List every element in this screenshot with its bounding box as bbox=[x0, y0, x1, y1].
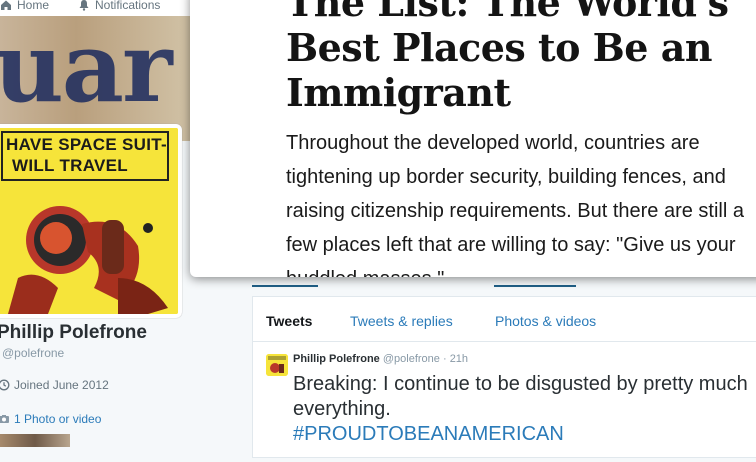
tab-photos-videos[interactable]: Photos & videos bbox=[495, 313, 596, 329]
camera-icon bbox=[0, 415, 9, 423]
profile-media-link[interactable]: 1 Photo or video bbox=[0, 412, 101, 426]
tab-tweets-replies[interactable]: Tweets & replies bbox=[350, 313, 453, 329]
avatar-caption-line1: HAVE SPACE SUIT- bbox=[6, 135, 167, 154]
avatar-caption: HAVE SPACE SUIT- WILL TRAVEL bbox=[6, 134, 167, 176]
profile-avatar[interactable]: HAVE SPACE SUIT- WILL TRAVEL bbox=[0, 124, 182, 318]
astronaut-avatar-icon bbox=[266, 354, 288, 376]
home-icon bbox=[1, 0, 11, 10]
nav-home[interactable]: Home bbox=[0, 0, 49, 12]
tweet-timestamp[interactable]: · 21h bbox=[443, 353, 468, 365]
selection-highlight bbox=[252, 285, 318, 287]
tweet-avatar[interactable] bbox=[266, 354, 288, 376]
tweet[interactable]: Phillip Polefrone @polefrone · 21h Break… bbox=[253, 342, 756, 462]
nav-notifications[interactable]: Notifications bbox=[78, 0, 160, 12]
article-body: Throughout the developed world, countrie… bbox=[286, 132, 744, 277]
profile-handle[interactable]: @polefrone bbox=[2, 346, 64, 360]
tweet-text: Breaking: I continue to be disgusted by … bbox=[293, 372, 756, 447]
selection-highlight bbox=[494, 285, 576, 287]
nav-home-label: Home bbox=[17, 0, 50, 12]
article-title[interactable]: The List: The World's Best Places to Be … bbox=[286, 0, 756, 115]
tweet-header: Phillip Polefrone @polefrone · 21h bbox=[293, 353, 468, 365]
article-card[interactable]: The List: The World's Best Places to Be … bbox=[190, 0, 756, 277]
tab-tweets[interactable]: Tweets bbox=[266, 313, 312, 329]
media-thumbnail[interactable] bbox=[0, 434, 70, 447]
tweet-author-handle[interactable]: @polefrone bbox=[383, 353, 440, 365]
tweet-hashtag[interactable]: #PROUDTOBEANAMERICAN bbox=[293, 422, 756, 447]
profile-joined: Joined June 2012 bbox=[0, 378, 109, 392]
timeline: Tweets Tweets & replies Photos & videos … bbox=[252, 296, 756, 458]
avatar-caption-line2: WILL TRAVEL bbox=[12, 156, 128, 175]
profile-tabs: Tweets Tweets & replies Photos & videos bbox=[253, 297, 756, 342]
tweet-author-name[interactable]: Phillip Polefrone bbox=[293, 353, 380, 365]
profile-media-label: 1 Photo or video bbox=[14, 412, 102, 426]
profile-name[interactable]: Phillip Polefrone bbox=[0, 322, 147, 344]
profile-banner: uar bbox=[0, 16, 190, 141]
profile-joined-label: Joined June 2012 bbox=[14, 378, 109, 392]
tweet-body: Breaking: I continue to be disgusted by … bbox=[293, 373, 748, 420]
banner-text: uar bbox=[0, 16, 173, 124]
bell-icon bbox=[79, 0, 89, 11]
nav-notifications-label: Notifications bbox=[95, 0, 161, 12]
clock-icon bbox=[0, 379, 10, 391]
